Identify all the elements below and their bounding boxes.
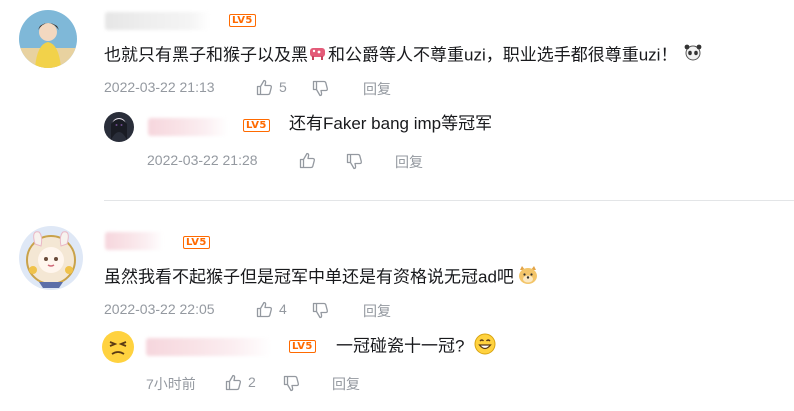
- reply-level-badge: LV5: [289, 340, 316, 353]
- reply-button[interactable]: 回复: [363, 79, 391, 99]
- like-icon[interactable]: [225, 374, 242, 391]
- comment-text-part2: 和公爵等人不尊重uzi，职业选手都很尊重uzi！: [328, 45, 678, 65]
- like-count: 2: [248, 374, 256, 390]
- comment-text-part1: 虽然我看不起猴子但是冠军中单还是有资格说无冠ad吧: [104, 267, 514, 287]
- dislike-icon[interactable]: [312, 80, 329, 97]
- level-badge: LV5: [183, 236, 210, 249]
- reply-text: 还有Faker bang imp等冠军: [289, 114, 493, 133]
- reply-username-blurred[interactable]: [148, 118, 228, 136]
- comment-text-part1: 也就只有黑子和猴子以及黑: [104, 45, 308, 65]
- username-blurred[interactable]: [105, 232, 163, 250]
- user-avatar[interactable]: [19, 226, 83, 290]
- grin-emoji: [474, 333, 496, 361]
- like-count: 5: [279, 79, 287, 95]
- comment-time: 2022-03-22 21:13: [104, 79, 215, 95]
- reply-button[interactable]: 回复: [332, 374, 360, 394]
- doge-emoji: [517, 265, 539, 291]
- reply-time: 7小时前: [146, 376, 196, 392]
- like-count: 4: [279, 301, 287, 317]
- panda-emoji: [683, 44, 703, 68]
- reply-user-avatar[interactable]: [101, 330, 135, 364]
- reply-text: 一冠碰瓷十一冠?: [336, 333, 496, 361]
- username-blurred[interactable]: [105, 12, 210, 30]
- comment-divider: [104, 200, 794, 201]
- dislike-icon[interactable]: [346, 153, 363, 170]
- cow-emoji: [308, 45, 328, 67]
- reply-button[interactable]: 回复: [363, 301, 391, 321]
- user-avatar[interactable]: [19, 10, 77, 68]
- comment-text: 也就只有黑子和猴子以及黑 和公爵等人不尊重uzi，职业选手都很尊重uzi！: [104, 44, 703, 68]
- level-badge: LV5: [229, 14, 256, 27]
- reply-time: 2022-03-22 21:28: [147, 152, 258, 168]
- reply-level-badge: LV5: [243, 119, 270, 132]
- like-icon[interactable]: [256, 301, 273, 318]
- reply-button[interactable]: 回复: [395, 152, 423, 172]
- like-icon[interactable]: [299, 152, 316, 169]
- comment-time: 2022-03-22 22:05: [104, 301, 215, 317]
- like-icon[interactable]: [256, 79, 273, 96]
- reply-username-blurred[interactable]: [146, 338, 271, 356]
- dislike-icon[interactable]: [312, 302, 329, 319]
- reply-text-body: 一冠碰瓷十一冠?: [336, 336, 465, 356]
- comment-text: 虽然我看不起猴子但是冠军中单还是有资格说无冠ad吧: [104, 265, 539, 291]
- dislike-icon[interactable]: [283, 375, 300, 392]
- reply-user-avatar[interactable]: [104, 112, 134, 142]
